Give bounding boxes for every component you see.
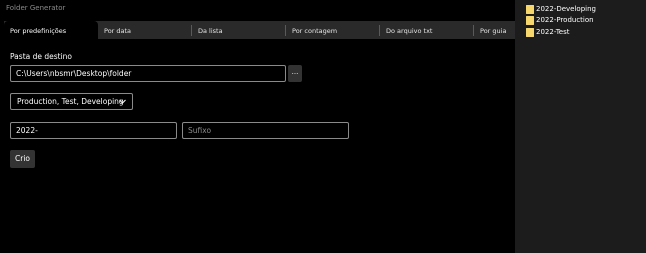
destination-folder-label: Pasta de destino bbox=[10, 52, 73, 61]
folder-icon bbox=[526, 28, 534, 37]
tab-label: Por predefinições bbox=[10, 27, 67, 35]
folder-name: 2022-Test bbox=[536, 28, 570, 36]
tab-label: Da lista bbox=[198, 27, 223, 35]
prefix-value: 2022- bbox=[16, 126, 38, 135]
tab-por-guia[interactable]: Por guia bbox=[474, 21, 515, 39]
tab-do-arquivo-txt[interactable]: Do arquivo txt bbox=[380, 21, 474, 39]
folder-icon bbox=[526, 5, 534, 14]
suffix-input[interactable]: Sufixo bbox=[182, 122, 349, 139]
chevron-down-icon bbox=[118, 94, 127, 109]
browse-button-label: ... bbox=[291, 68, 299, 76]
browse-button[interactable]: ... bbox=[288, 65, 302, 82]
tab-por-predefinicoes[interactable]: Por predefinições bbox=[4, 21, 98, 40]
preset-dropdown[interactable]: Production, Test, Developing bbox=[10, 93, 133, 110]
folder-name: 2022-Developing bbox=[536, 5, 596, 13]
tab-label: Por data bbox=[104, 27, 132, 35]
create-button[interactable]: Crio bbox=[10, 150, 35, 168]
destination-path-value: C:\Users\nbsmr\Desktop\folder bbox=[16, 69, 132, 78]
tab-da-lista[interactable]: Da lista bbox=[192, 21, 286, 39]
tab-label: Por contagem bbox=[292, 27, 338, 35]
folder-icon bbox=[526, 16, 534, 25]
tab-label: Do arquivo txt bbox=[386, 27, 433, 35]
tab-label: Por guia bbox=[480, 27, 507, 35]
create-button-label: Crio bbox=[15, 154, 30, 163]
destination-path-input[interactable]: C:\Users\nbsmr\Desktop\folder bbox=[10, 65, 286, 82]
tab-por-contagem[interactable]: Por contagem bbox=[286, 21, 380, 39]
folder-preview-panel: 2022-Developing 2022-Production 2022-Tes… bbox=[515, 0, 646, 253]
title-bar: Folder Generator bbox=[0, 0, 515, 18]
suffix-placeholder: Sufixo bbox=[188, 126, 212, 135]
folder-name: 2022-Production bbox=[536, 16, 594, 24]
tab-por-data[interactable]: Por data bbox=[98, 21, 192, 39]
window-title: Folder Generator bbox=[6, 4, 66, 12]
prefix-input[interactable]: 2022- bbox=[10, 122, 177, 139]
tab-strip: Por predefinições Por data Da lista Por … bbox=[4, 21, 515, 40]
preset-selected-value: Production, Test, Developing bbox=[17, 97, 124, 106]
app-window: Folder Generator Por predefinições Por d… bbox=[0, 0, 515, 253]
